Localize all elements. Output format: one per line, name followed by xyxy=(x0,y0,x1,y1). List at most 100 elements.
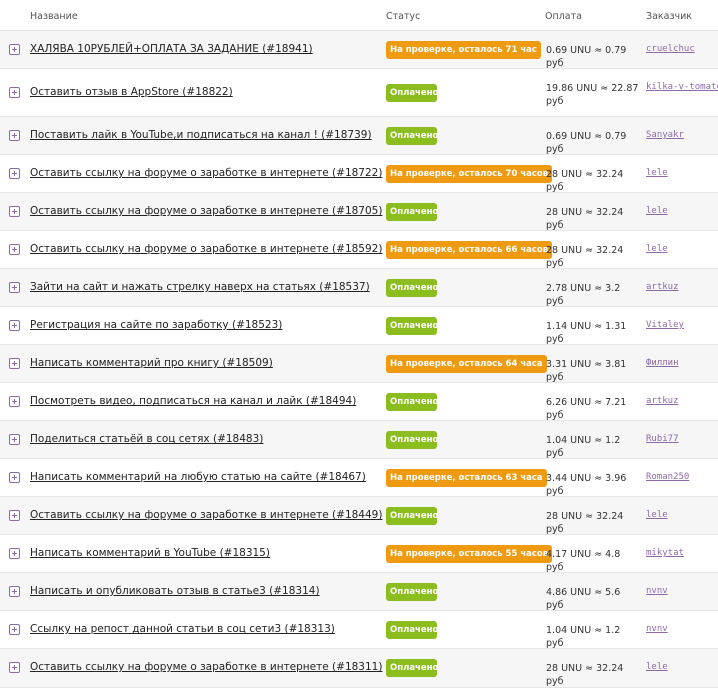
expand-plus-icon[interactable] xyxy=(9,282,20,293)
task-title-link[interactable]: Зайти на сайт и нажать стрелку наверх на… xyxy=(30,281,370,293)
expand-plus-icon[interactable] xyxy=(9,434,20,445)
payment-amount: 1.04 UNU ≈ 1.2 руб xyxy=(546,435,621,459)
table-row: Написать комментарий про книгу (#18509) Н… xyxy=(0,345,718,383)
status-badge: Оплачено xyxy=(386,393,438,411)
customer-link[interactable]: kilka-v-tomate xyxy=(646,82,718,92)
payment-amount: 4.17 UNU ≈ 4.8 руб xyxy=(546,549,621,573)
expand-plus-icon[interactable] xyxy=(9,44,20,55)
task-title-link[interactable]: Поставить лайк в YouTube,и подписаться н… xyxy=(30,129,372,141)
table-row: Оставить ссылку на форуме о заработке в … xyxy=(0,231,718,269)
table-row: Написать комментарий на любую статью на … xyxy=(0,459,718,497)
payment-amount: 28 UNU ≈ 32.24 руб xyxy=(546,169,624,193)
task-title-link[interactable]: Оставить отзыв в AppStore (#18822) xyxy=(30,86,233,98)
payment-amount: 28 UNU ≈ 32.24 руб xyxy=(546,511,624,535)
expand-plus-icon[interactable] xyxy=(9,206,20,217)
customer-link[interactable]: lele xyxy=(646,168,668,178)
payment-amount: 1.04 UNU ≈ 1.2 руб xyxy=(546,625,621,649)
table-row: Регистрация на сайте по заработку (#1852… xyxy=(0,307,718,345)
task-title-link[interactable]: Написать комментарий в YouTube (#18315) xyxy=(30,547,270,559)
status-badge: Оплачено xyxy=(386,127,438,145)
expand-plus-icon[interactable] xyxy=(9,320,20,331)
table-row: Зайти на сайт и нажать стрелку наверх на… xyxy=(0,269,718,307)
payment-amount: 0.69 UNU ≈ 0.79 руб xyxy=(546,131,627,155)
status-badge: На проверке, осталось 64 часа xyxy=(386,355,547,373)
payment-amount: 3.44 UNU ≈ 3.96 руб xyxy=(546,473,627,497)
task-title-link[interactable]: Оставить ссылку на форуме о заработке в … xyxy=(30,509,382,521)
expand-plus-icon[interactable] xyxy=(9,548,20,559)
expand-plus-icon[interactable] xyxy=(9,662,20,673)
task-title-link[interactable]: Регистрация на сайте по заработку (#1852… xyxy=(30,319,282,331)
task-title-link[interactable]: Оставить ссылку на форуме о заработке в … xyxy=(30,205,382,217)
customer-link[interactable]: artkuz xyxy=(646,396,679,406)
expand-plus-icon[interactable] xyxy=(9,87,20,98)
customer-link[interactable]: nvnv xyxy=(646,624,668,634)
table-row: Оставить ссылку на форуме о заработке в … xyxy=(0,193,718,231)
status-badge: Оплачено xyxy=(386,84,438,102)
status-badge: На проверке, осталось 71 час xyxy=(386,41,541,59)
customer-link[interactable]: Sanyakr xyxy=(646,130,684,140)
task-title-link[interactable]: Написать комментарий на любую статью на … xyxy=(30,471,366,483)
task-title-link[interactable]: Оставить ссылку на форуме о заработке в … xyxy=(30,243,382,255)
table-row: Написать комментарий в YouTube (#18315) Н… xyxy=(0,535,718,573)
table-row: Оставить отзыв в AppStore (#18822) Оплаче… xyxy=(0,69,718,117)
expand-plus-icon[interactable] xyxy=(9,472,20,483)
expand-plus-icon[interactable] xyxy=(9,396,20,407)
payment-amount: 1.14 UNU ≈ 1.31 руб xyxy=(546,321,627,345)
customer-link[interactable]: Roman250 xyxy=(646,472,689,482)
customer-link[interactable]: Филлин xyxy=(646,358,679,368)
status-badge: Оплачено xyxy=(386,317,438,335)
payment-amount: 0.69 UNU ≈ 0.79 руб xyxy=(546,45,627,69)
table-row: Оставить ссылку на форуме о заработке в … xyxy=(0,497,718,535)
payment-amount: 19.86 UNU ≈ 22.87 руб xyxy=(546,83,639,107)
status-badge: Оплачено xyxy=(386,507,438,525)
table-header: Название Статус Оплата Заказчик xyxy=(0,0,718,31)
payment-amount: 28 UNU ≈ 32.24 руб xyxy=(546,207,624,231)
payment-amount: 4.86 UNU ≈ 5.6 руб xyxy=(546,587,621,611)
table-row: Оставить ссылку на форуме о заработке в … xyxy=(0,155,718,193)
customer-link[interactable]: lele xyxy=(646,206,668,216)
tasks-table: Название Статус Оплата Заказчик ХАЛЯВА 1… xyxy=(0,0,718,688)
customer-link[interactable]: Vitaley xyxy=(646,320,684,330)
expand-plus-icon[interactable] xyxy=(9,586,20,597)
status-badge: Оплачено xyxy=(386,583,438,601)
expand-plus-icon[interactable] xyxy=(9,244,20,255)
expand-plus-icon[interactable] xyxy=(9,168,20,179)
column-header-name: Название xyxy=(30,11,78,22)
status-badge: На проверке, осталось 66 часов xyxy=(386,241,553,259)
customer-link[interactable]: lele xyxy=(646,662,668,672)
payment-amount: 28 UNU ≈ 32.24 руб xyxy=(546,663,624,687)
customer-link[interactable]: Rubi77 xyxy=(646,434,679,444)
customer-link[interactable]: cruelchuc xyxy=(646,44,695,54)
task-title-link[interactable]: Написать и опубликовать отзыв в статье3 … xyxy=(30,585,320,597)
table-body: ХАЛЯВА 10РУБЛЕЙ+ОПЛАТА ЗА ЗАДАНИЕ (#1894… xyxy=(0,31,718,688)
customer-link[interactable]: lele xyxy=(646,244,668,254)
customer-link[interactable]: nvnv xyxy=(646,586,668,596)
status-badge: Оплачено xyxy=(386,659,438,677)
task-title-link[interactable]: Написать комментарий про книгу (#18509) xyxy=(30,357,273,369)
payment-amount: 28 UNU ≈ 32.24 руб xyxy=(546,245,624,269)
task-title-link[interactable]: Оставить ссылку на форуме о заработке в … xyxy=(30,167,382,179)
table-row: Поставить лайк в YouTube,и подписаться н… xyxy=(0,117,718,155)
status-badge: Оплачено xyxy=(386,621,438,639)
task-title-link[interactable]: Оставить ссылку на форуме о заработке в … xyxy=(30,661,382,673)
status-badge: Оплачено xyxy=(386,203,438,221)
task-title-link[interactable]: Поделиться статьёй в соц сетях (#18483) xyxy=(30,433,263,445)
customer-link[interactable]: lele xyxy=(646,510,668,520)
expand-plus-icon[interactable] xyxy=(9,130,20,141)
expand-plus-icon[interactable] xyxy=(9,624,20,635)
status-badge: На проверке, осталось 63 часа xyxy=(386,469,547,487)
payment-amount: 2.78 UNU ≈ 3.2 руб xyxy=(546,283,621,307)
column-header-payment: Оплата xyxy=(545,11,582,22)
task-title-link[interactable]: Ссылку на репост данной статьи в соц сет… xyxy=(30,623,335,635)
customer-link[interactable]: mikytat xyxy=(646,548,684,558)
table-row: Ссылку на репост данной статьи в соц сет… xyxy=(0,611,718,649)
status-badge: Оплачено xyxy=(386,431,438,449)
table-row: Посмотреть видео, подписаться на канал и… xyxy=(0,383,718,421)
customer-link[interactable]: artkuz xyxy=(646,282,679,292)
task-title-link[interactable]: Посмотреть видео, подписаться на канал и… xyxy=(30,395,356,407)
task-title-link[interactable]: ХАЛЯВА 10РУБЛЕЙ+ОПЛАТА ЗА ЗАДАНИЕ (#1894… xyxy=(30,43,313,55)
expand-plus-icon[interactable] xyxy=(9,510,20,521)
expand-plus-icon[interactable] xyxy=(9,358,20,369)
column-header-status: Статус xyxy=(386,11,421,22)
payment-amount: 3.31 UNU ≈ 3.81 руб xyxy=(546,359,627,383)
